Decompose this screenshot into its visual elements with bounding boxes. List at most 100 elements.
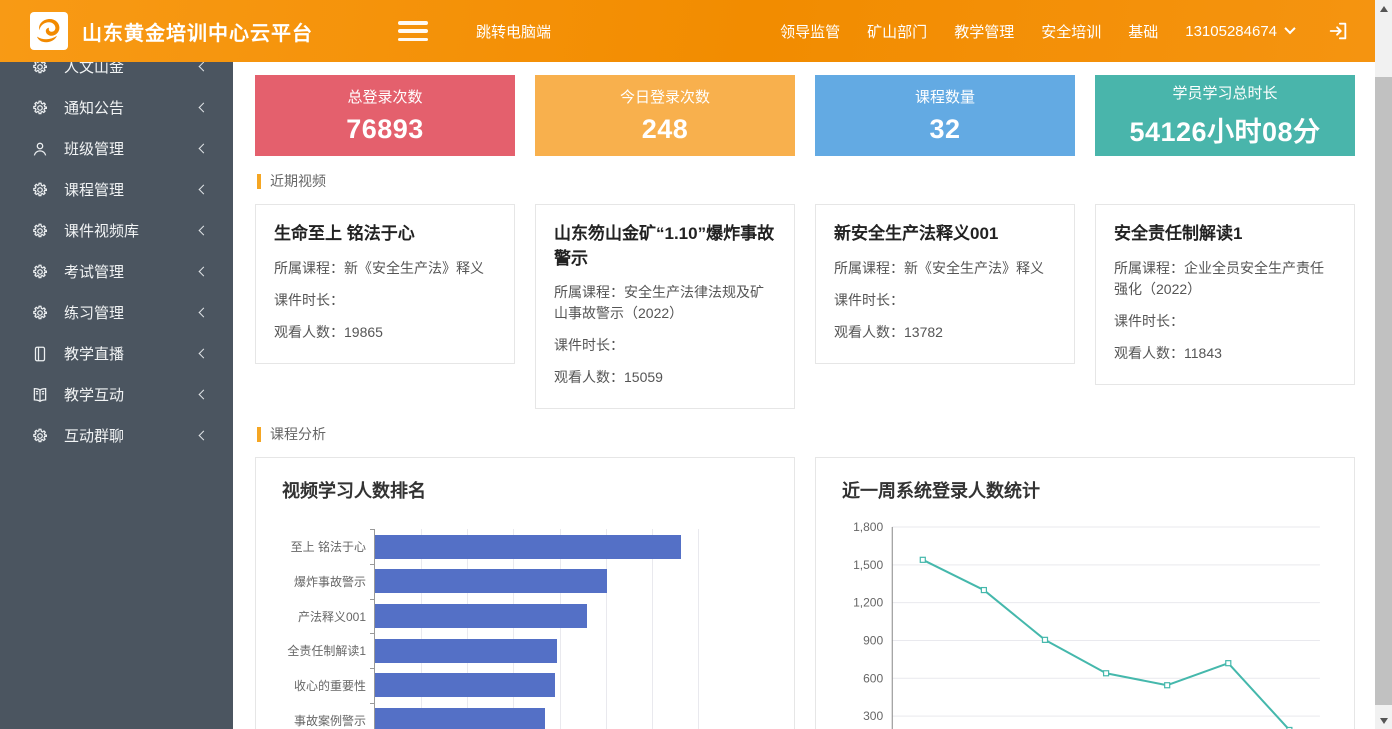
menu-icon[interactable]	[398, 21, 428, 41]
video-card-1[interactable]: 生命至上 铭法于心所属课程：新《安全生产法》释义课件时长： 观看人数：19865	[255, 204, 515, 364]
app-header: 山东黄金培训中心云平台 跳转电脑端 领导监管矿山部门教学管理安全培训基础 131…	[0, 0, 1375, 62]
scroll-up-icon[interactable]	[1375, 0, 1392, 17]
jump-to-pc-link[interactable]: 跳转电脑端	[476, 21, 551, 42]
data-point-marker	[1165, 683, 1170, 688]
y-axis-tick-label: 600	[863, 672, 883, 686]
data-point-marker	[1104, 671, 1109, 676]
book-icon	[30, 385, 49, 404]
y-axis-tick-label: 1,800	[853, 520, 883, 534]
bar	[375, 673, 555, 697]
video-meta-line: 课件时长：	[834, 290, 1056, 311]
main-content: 总登录次数76893今日登录次数248课程数量32学员学习总时长54126小时0…	[233, 62, 1375, 729]
sidebar-item-5[interactable]: 课件视频库	[0, 210, 233, 251]
video-meta-line: 所属课程：新《安全生产法》释义	[274, 258, 496, 279]
gear-icon	[30, 221, 49, 240]
gridline	[698, 529, 699, 729]
sidebar: 人文山金通知公告班级管理课程管理课件视频库考试管理练习管理教学直播教学互动互动群…	[0, 62, 233, 729]
stat-value: 76893	[346, 114, 424, 145]
chevron-left-icon	[199, 267, 209, 277]
stat-card-4: 学员学习总时长 54126小时08分	[1095, 75, 1355, 156]
bar	[375, 708, 545, 729]
nav-item-5[interactable]: 基础	[1128, 21, 1158, 42]
sidebar-item-2[interactable]: 通知公告	[0, 87, 233, 128]
nav-item-3[interactable]: 教学管理	[954, 21, 1014, 42]
data-point-marker	[1042, 638, 1047, 643]
y-axis-tick-label: 1,500	[853, 558, 883, 572]
scrollbar[interactable]	[1375, 0, 1392, 729]
video-title: 安全责任制解读1	[1114, 222, 1336, 247]
video-meta-line: 课件时长：	[274, 290, 496, 311]
section-recent-videos: 近期视频	[257, 171, 1353, 191]
gear-icon	[30, 62, 49, 76]
video-card-3[interactable]: 新安全生产法释义001所属课程：新《安全生产法》释义课件时长：观看人数：1378…	[815, 204, 1075, 364]
bar-row: 至上 铭法于心	[375, 529, 698, 564]
video-card-2[interactable]: 山东笏山金矿“1.10”爆炸事故警示所属课程：安全生产法律法规及矿山事故警示（2…	[535, 204, 795, 409]
sidebar-item-6[interactable]: 考试管理	[0, 251, 233, 292]
sidebar-item-label: 课程管理	[64, 179, 124, 200]
stat-card-1: 总登录次数76893	[255, 75, 515, 156]
chevron-left-icon	[199, 226, 209, 236]
bar-row: 事故案例警示	[375, 703, 698, 729]
sidebar-item-7[interactable]: 练习管理	[0, 292, 233, 333]
chevron-left-icon	[199, 62, 209, 71]
chevron-left-icon	[199, 390, 209, 400]
stat-label: 今日登录次数	[620, 86, 710, 107]
user-phone: 13105284674	[1185, 23, 1277, 40]
gear-icon	[30, 180, 49, 199]
sidebar-item-3[interactable]: 班级管理	[0, 128, 233, 169]
video-card-4[interactable]: 安全责任制解读1所属课程：企业全员安全生产责任强化（2022）课件时长：观看人数…	[1095, 204, 1355, 385]
bar	[375, 639, 557, 663]
video-meta-line: 课件时长：	[1114, 311, 1336, 332]
bar	[375, 604, 587, 628]
scrollbar-thumb[interactable]	[1375, 77, 1392, 705]
stat-value: 54126小时08分	[1129, 110, 1320, 149]
user-icon	[30, 139, 49, 158]
nav-item-4[interactable]: 安全培训	[1041, 21, 1101, 42]
bar-category-label: 事故案例警示	[294, 703, 366, 729]
section-marker	[257, 427, 261, 442]
section-course-analysis: 课程分析	[257, 424, 1353, 444]
chevron-left-icon	[199, 308, 209, 318]
y-axis-tick-label: 300	[863, 709, 883, 723]
video-title: 生命至上 铭法于心	[274, 222, 496, 247]
sidebar-item-9[interactable]: 教学互动	[0, 374, 233, 415]
line-chart-card: 近一周系统登录人数统计 03006009001,2001,5001,800202…	[815, 457, 1355, 729]
video-title: 新安全生产法释义001	[834, 222, 1056, 247]
y-axis-tick-label: 900	[863, 634, 883, 648]
sidebar-item-8[interactable]: 教学直播	[0, 333, 233, 374]
sidebar-item-label: 教学直播	[64, 343, 124, 364]
scroll-down-icon[interactable]	[1375, 712, 1392, 729]
bar-chart: 03,0006,0009,00012,00015,00018,00021,000…	[374, 529, 698, 729]
section-title: 课程分析	[270, 424, 326, 444]
video-meta-line: 观看人数：19865	[274, 322, 496, 343]
logo-swirl-icon	[33, 15, 65, 47]
app-logo	[30, 12, 68, 50]
sidebar-item-4[interactable]: 课程管理	[0, 169, 233, 210]
data-point-marker	[1226, 661, 1231, 666]
sidebar-item-10[interactable]: 互动群聊	[0, 415, 233, 456]
data-point-marker	[981, 588, 986, 593]
bar-row: 收心的重要性	[375, 668, 698, 703]
sidebar-item-label: 通知公告	[64, 97, 124, 118]
stat-cards-row: 总登录次数76893今日登录次数248课程数量32学员学习总时长54126小时0…	[255, 75, 1355, 156]
nav-item-2[interactable]: 矿山部门	[867, 21, 927, 42]
video-meta-line: 课件时长：	[554, 335, 776, 356]
bar-category-label: 爆炸事故警示	[294, 564, 366, 599]
stat-value: 248	[642, 114, 689, 145]
user-phone-dropdown[interactable]: 13105284674	[1185, 23, 1294, 40]
header-nav: 领导监管 矿山部门 教学管理 安全培训 基础 13105284674	[780, 20, 1349, 42]
sidebar-item-label: 教学互动	[64, 384, 124, 405]
chevron-left-icon	[199, 431, 209, 441]
bar-row: 全责任制解读1	[375, 633, 698, 668]
sidebar-item-1[interactable]: 人文山金	[0, 62, 233, 87]
chevron-left-icon	[199, 103, 209, 113]
stat-label: 学员学习总时长	[1172, 82, 1277, 103]
video-meta-line: 所属课程：企业全员安全生产责任强化（2022）	[1114, 258, 1336, 300]
sidebar-item-label: 互动群聊	[64, 425, 124, 446]
data-point-marker	[920, 558, 925, 563]
nav-item-1[interactable]: 领导监管	[780, 21, 840, 42]
video-meta-line: 观看人数：15059	[554, 367, 776, 388]
logout-icon[interactable]	[1327, 20, 1349, 42]
bar-category-label: 至上 铭法于心	[291, 529, 366, 564]
charts-row: 视频学习人数排名 03,0006,0009,00012,00015,00018,…	[255, 457, 1355, 729]
